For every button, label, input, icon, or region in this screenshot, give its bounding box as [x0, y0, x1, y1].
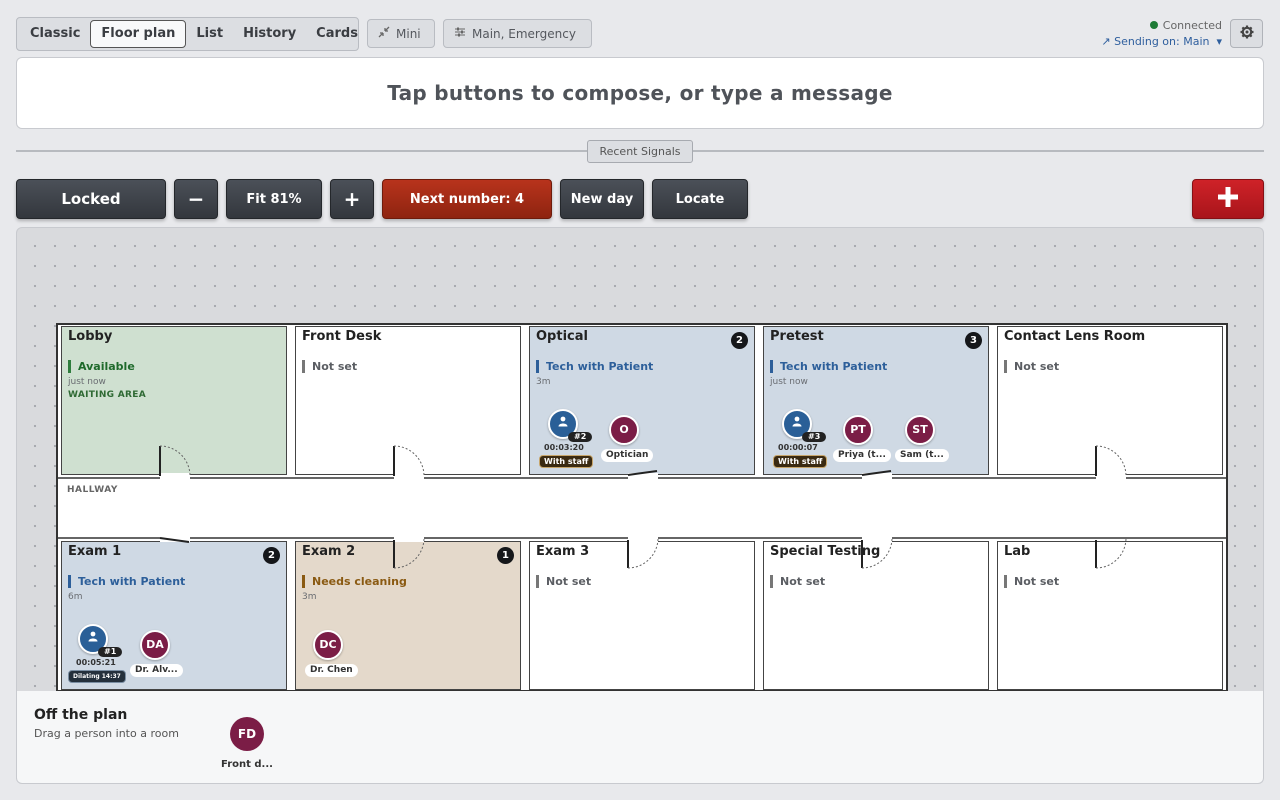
tab-cards[interactable]: Cards [306, 20, 368, 48]
connection-status: Connected ↗ Sending on: Main ▾ [1101, 19, 1222, 48]
tab-list[interactable]: List [186, 20, 233, 48]
channels-label: Main, Emergency [472, 26, 576, 41]
recent-signals-button[interactable]: Recent Signals [587, 140, 693, 163]
tab-classic[interactable]: Classic [20, 20, 90, 48]
tab-history[interactable]: History [233, 20, 306, 48]
off-plan-panel: Off the plan Drag a person into a room F… [16, 691, 1264, 784]
next-number-button[interactable]: Next number: 4 [382, 179, 552, 219]
floor-plan-canvas[interactable]: Lobby Available just now WAITING AREA Fr… [16, 227, 1264, 692]
unassigned-person-label: Front d... [221, 759, 273, 770]
sending-text: Sending on: Main [1114, 35, 1210, 48]
lock-toggle-button[interactable]: Locked [16, 179, 166, 219]
locate-button[interactable]: Locate [652, 179, 748, 219]
new-day-button[interactable]: New day [560, 179, 644, 219]
mini-label: Mini [396, 26, 421, 41]
arrow-up-right-icon: ↗ [1101, 35, 1111, 48]
compose-field[interactable]: Tap buttons to compose, or type a messag… [16, 57, 1264, 129]
off-plan-title: Off the plan [34, 707, 128, 723]
walls-doors-overlay [58, 445, 1226, 569]
zoom-in-button[interactable]: + [330, 179, 374, 219]
fit-zoom-button[interactable]: Fit 81% [226, 179, 322, 219]
tab-floor-plan[interactable]: Floor plan [90, 20, 187, 48]
off-plan-subtitle: Drag a person into a room [34, 727, 179, 740]
caret-down-icon: ▾ [1212, 35, 1222, 48]
view-tabs: Classic Floor plan List History Cards [16, 17, 359, 51]
compose-placeholder: Tap buttons to compose, or type a messag… [387, 81, 893, 105]
zoom-out-button[interactable]: − [174, 179, 218, 219]
sliders-icon [454, 26, 466, 41]
sending-channel-select[interactable]: ↗ Sending on: Main ▾ [1101, 35, 1222, 48]
settings-button[interactable] [1230, 19, 1263, 48]
collapse-icon [378, 26, 390, 41]
mini-button[interactable]: Mini [367, 19, 435, 48]
plus-icon [1217, 186, 1239, 212]
connected-text: Connected [1162, 19, 1222, 32]
add-button[interactable] [1192, 179, 1264, 219]
unassigned-person-avatar[interactable]: FD [230, 717, 264, 751]
connected-dot-icon [1149, 21, 1158, 29]
gear-icon [1240, 24, 1254, 43]
channels-button[interactable]: Main, Emergency [443, 19, 592, 48]
